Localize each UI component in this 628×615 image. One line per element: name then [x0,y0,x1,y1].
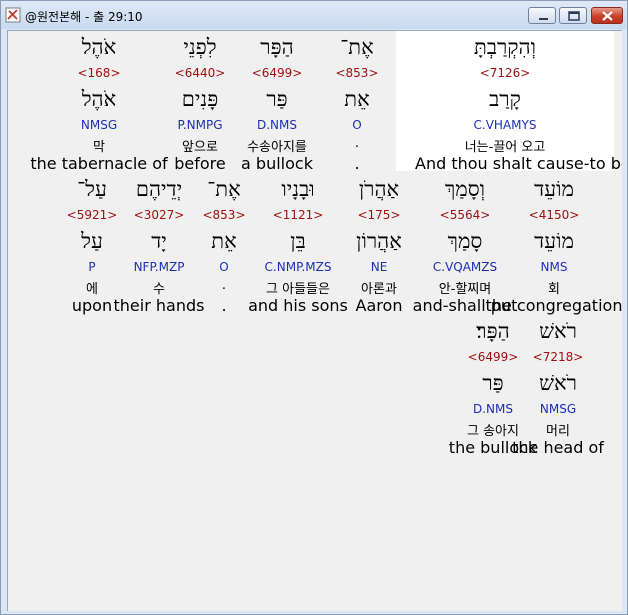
hebrew-word[interactable]: עַל־ [8,177,182,202]
korean-gloss: 막 [93,140,105,155]
app-window: @원전본해 - 출 29:10 וְהִקְרַבְתָּ <7126> קָרַב… [0,0,628,615]
minimize-button[interactable] [528,7,556,24]
lemma-word[interactable]: פַּר [403,371,583,396]
english-gloss: the tabernacle of [30,154,168,173]
maximize-button[interactable] [559,7,587,24]
korean-gloss: 그 송아지 [467,424,519,439]
strong-number[interactable]: <5921> [8,208,182,222]
strong-number[interactable]: <168> [9,66,189,80]
interlinear-view[interactable]: וְהִקְרַבְתָּ <7126> קָרַב C.VHAMYS 너는-끌어 오고… [7,30,622,611]
app-icon [5,7,21,23]
lemma-word[interactable]: עַל [8,229,182,254]
hebrew-word[interactable]: הַפָּר׃ [403,319,583,344]
morph-code: D.NMS [472,402,513,416]
window-title: @원전본해 - 출 29:10 [25,10,143,24]
english-gloss: upon [71,296,113,315]
strong-number[interactable]: <6499> [403,350,583,364]
english-gloss: the bullock [448,438,538,457]
morph-code: NMSG [80,118,118,132]
title-bar[interactable]: @원전본해 - 출 29:10 [1,1,627,29]
morph-code: P [88,260,96,274]
lemma-word[interactable]: אֹהֶל [9,87,189,112]
close-button[interactable] [591,7,623,24]
hebrew-word[interactable]: אֹהֶל [9,35,189,60]
korean-gloss: 에 [86,282,98,297]
